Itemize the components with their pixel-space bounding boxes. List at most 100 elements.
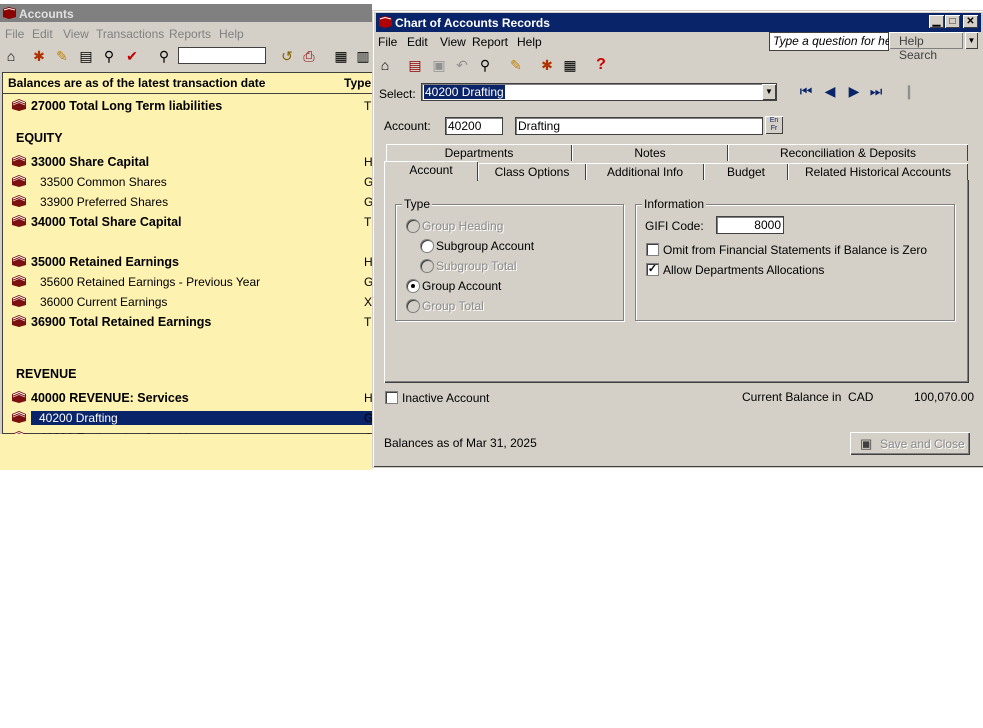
table-row[interactable]: 33000 Share Capital H — [3, 153, 373, 171]
dialog-title-bar[interactable]: Chart of Accounts Records ▁ □ ✕ — [376, 13, 981, 32]
table-row[interactable]: 35600 Retained Earnings - Previous Year G — [3, 273, 373, 291]
allow-departments-checkbox[interactable]: ✓ — [646, 263, 659, 276]
close-button[interactable]: ✕ — [963, 15, 978, 28]
edit-pencil-icon[interactable]: ✎ — [53, 47, 71, 65]
home-icon[interactable]: ⌂ — [2, 47, 20, 65]
group-total-label: Group Total — [422, 299, 484, 313]
section-header: REVENUE — [16, 367, 77, 381]
account-name: 36000 Current Earnings — [40, 295, 168, 309]
type-column-header[interactable]: Type — [344, 76, 371, 90]
tab-additional-info[interactable]: Additional Info — [586, 163, 704, 180]
table-row[interactable]: 34000 Total Share Capital T — [3, 213, 373, 231]
list-view-icon[interactable]: ▥ — [354, 47, 372, 65]
print-icon[interactable]: ⎙ — [300, 47, 318, 65]
type-group-legend: Type — [402, 197, 433, 211]
tab-account[interactable]: Account — [384, 161, 478, 181]
accounts-search-input[interactable] — [178, 47, 266, 64]
table-row[interactable]: 33900 Preferred Shares G — [3, 193, 373, 211]
table-row[interactable]: 40000 REVENUE: Services H — [3, 389, 373, 407]
radio-group-total[interactable] — [406, 299, 420, 313]
save-and-close-label: Save and Close — [880, 437, 965, 451]
help-search-dropdown[interactable]: ▼ — [965, 32, 978, 49]
dmenu-file[interactable]: File — [378, 35, 397, 49]
group-heading-label: Group Heading — [422, 219, 504, 233]
last-record-icon[interactable]: ⏭ — [867, 82, 885, 100]
chevron-down-icon[interactable]: ▼ — [762, 84, 776, 100]
omit-zero-checkbox[interactable] — [646, 243, 659, 256]
dmenu-help[interactable]: Help — [517, 35, 542, 49]
table-row[interactable]: 33500 Common Shares G — [3, 173, 373, 191]
menu-file[interactable]: File — [5, 27, 24, 41]
settings-icon[interactable]: ✱ — [538, 56, 556, 74]
account-tab-panel: Type Group Heading Subgroup Account Subg… — [384, 180, 969, 383]
gifi-code-value: 8000 — [754, 218, 781, 232]
open-record-icon[interactable]: ▤ — [406, 56, 424, 74]
undo-icon[interactable]: ↶ — [453, 56, 471, 74]
table-row[interactable]: 35000 Retained Earnings H — [3, 253, 373, 271]
account-number-field[interactable]: 40200 — [445, 117, 503, 135]
open-book-icon[interactable]: ▤ — [77, 47, 95, 65]
radio-subgroup-total[interactable] — [420, 259, 434, 273]
tab-reconciliation[interactable]: Reconciliation & Deposits — [728, 144, 968, 161]
search-icon[interactable]: ⚲ — [155, 47, 173, 65]
grid-view-icon[interactable]: ▦ — [332, 47, 350, 65]
previous-record-icon[interactable]: ◀ — [821, 82, 839, 100]
select-account-combo[interactable]: 40200 Drafting ▼ — [421, 83, 777, 101]
dmenu-edit[interactable]: Edit — [407, 35, 428, 49]
remove-icon[interactable]: ⚲ — [100, 47, 118, 65]
tab-class-options[interactable]: Class Options — [478, 163, 586, 180]
dmenu-view[interactable]: View — [440, 35, 466, 49]
tab-budget[interactable]: Budget — [704, 163, 788, 180]
save-and-close-button[interactable]: ▣ Save and Close — [850, 432, 970, 455]
help-icon[interactable]: ? — [592, 56, 610, 74]
first-record-icon[interactable]: ⏮ — [797, 82, 815, 100]
account-type: T — [364, 215, 372, 229]
radio-group-heading[interactable] — [406, 219, 420, 233]
tab-related-historical-label: Related Historical Accounts — [804, 165, 952, 179]
help-search-button[interactable]: Help Search — [889, 32, 963, 62]
tab-notes[interactable]: Notes — [572, 144, 728, 161]
accounts-title-bar[interactable]: Accounts — [0, 4, 372, 22]
menu-transactions[interactable]: Transactions — [96, 27, 164, 41]
language-toggle-button[interactable]: En Fr — [765, 116, 783, 134]
check-icon[interactable]: ✔ — [123, 47, 141, 65]
tab-departments[interactable]: Departments — [386, 144, 572, 161]
table-row[interactable]: 40200 Drafting G — [3, 409, 390, 427]
home-icon[interactable]: ⌂ — [376, 56, 394, 74]
account-name: 27000 Total Long Term liabilities — [31, 99, 223, 113]
menu-view[interactable]: View — [63, 27, 89, 41]
accounts-list-footer — [0, 434, 372, 470]
language-icon: En Fr — [769, 117, 779, 132]
remove-icon[interactable]: ⚲ — [476, 56, 494, 74]
next-record-icon[interactable]: ▶ — [845, 82, 863, 100]
edit-pencil-icon[interactable]: ✎ — [507, 56, 525, 74]
radio-group-account[interactable] — [406, 279, 420, 293]
account-type: T — [364, 315, 372, 329]
tab-budget-label: Budget — [726, 165, 766, 179]
allow-departments-label: Allow Departments Allocations — [663, 263, 825, 277]
maximize-button[interactable]: □ — [945, 15, 960, 28]
menu-edit[interactable]: Edit — [32, 27, 53, 41]
calculator-icon[interactable]: ▦ — [561, 56, 579, 74]
menu-reports[interactable]: Reports — [169, 27, 211, 41]
inactive-account-checkbox[interactable] — [385, 391, 398, 404]
subgroup-total-label: Subgroup Total — [436, 259, 517, 273]
accounts-list: Balances are as of the latest transactio… — [2, 72, 390, 445]
table-row[interactable]: 36900 Total Retained Earnings T — [3, 313, 373, 331]
minimize-button[interactable]: ▁ — [929, 15, 944, 28]
help-question-input[interactable]: Type a question for help — [769, 32, 901, 51]
settings-icon[interactable]: ✱ — [30, 47, 48, 65]
save-icon[interactable]: ▣ — [430, 56, 448, 74]
account-name-field[interactable]: Drafting — [515, 117, 763, 135]
lookup-icon[interactable]: ❙ — [900, 82, 918, 100]
radio-subgroup-account[interactable] — [420, 239, 434, 253]
refresh-icon[interactable]: ↺ — [278, 47, 296, 65]
tab-related-historical[interactable]: Related Historical Accounts — [788, 163, 968, 180]
account-book-icon — [12, 255, 26, 267]
table-row[interactable]: 27000 Total Long Term liabilities T — [3, 97, 373, 115]
table-row[interactable]: 36000 Current Earnings X — [3, 293, 373, 311]
gifi-code-field[interactable]: 8000 — [716, 216, 784, 234]
account-book-icon — [12, 175, 26, 187]
menu-help[interactable]: Help — [219, 27, 244, 41]
dmenu-report[interactable]: Report — [472, 35, 508, 49]
